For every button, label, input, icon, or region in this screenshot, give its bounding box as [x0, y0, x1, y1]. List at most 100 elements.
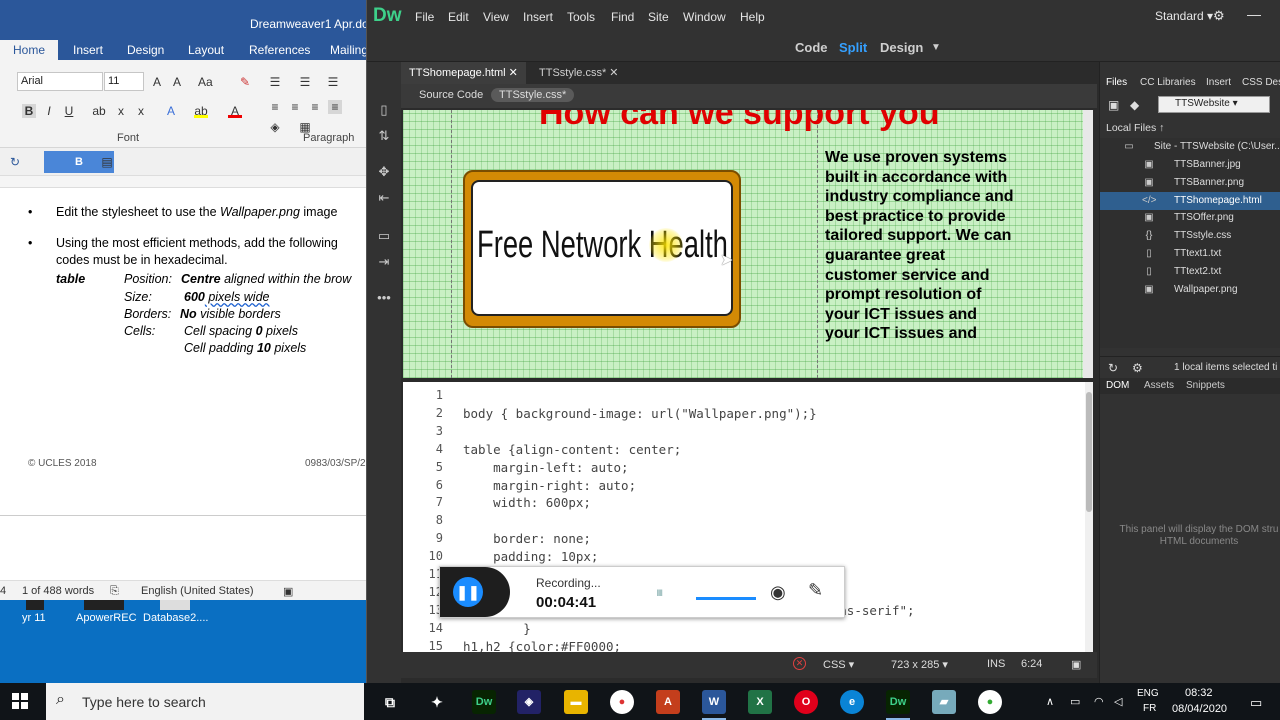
panel-tab-css-designer[interactable]: CSS Des	[1242, 77, 1280, 88]
desktop-icon-apowerrec[interactable]: ApowerREC	[76, 612, 137, 624]
align-left-icon[interactable]: ≡	[268, 100, 282, 114]
status-language[interactable]: English (United States)	[141, 585, 254, 597]
word-tab-mailings[interactable]: Mailing	[330, 43, 366, 57]
menu-file[interactable]: File	[415, 10, 434, 24]
font-color-icon[interactable]: A	[228, 104, 242, 118]
indent-icon[interactable]: ⇥	[376, 254, 392, 270]
wrap-tag-icon[interactable]: ✥	[376, 164, 392, 180]
taskbar-edge-icon[interactable]: e	[840, 690, 864, 714]
connect-icon[interactable]: ▣	[1108, 98, 1119, 112]
minimize-icon[interactable]: —	[1247, 6, 1261, 22]
file-item[interactable]: {} TTSstyle.css	[1100, 227, 1280, 245]
panel-tab-snippets[interactable]: Snippets	[1186, 380, 1225, 391]
pen-icon[interactable]: ✎	[808, 580, 823, 601]
word-tab-references[interactable]: References	[249, 43, 310, 57]
bold-icon[interactable]: B	[22, 104, 36, 118]
menu-view[interactable]: View	[483, 10, 509, 24]
tray-wifi-icon[interactable]: ◠	[1094, 695, 1104, 708]
taskbar-explorer-icon[interactable]: ▬	[564, 690, 588, 714]
code-scroll-thumb[interactable]	[1086, 392, 1092, 512]
menu-find[interactable]: Find	[611, 10, 634, 24]
file-management-icon[interactable]: ⇅	[376, 128, 392, 144]
taskbar-word-icon[interactable]: W	[702, 690, 726, 714]
text-effects-icon[interactable]: A	[164, 104, 178, 118]
design-paragraph[interactable]: We use proven systems built in accordanc…	[825, 148, 1015, 344]
file-item[interactable]: </> TTShomepage.html	[1100, 191, 1280, 210]
status-words[interactable]: 1 of 488 words	[22, 585, 94, 597]
site-root-item[interactable]: ▭ Site - TTSWebsite (C:\User...	[1100, 138, 1280, 156]
file-item[interactable]: ▣ TTSOffer.png	[1100, 209, 1280, 227]
live-preview-icon[interactable]: ▣	[1071, 658, 1081, 671]
open-document-icon[interactable]: ▯	[376, 102, 392, 118]
related-ttsstyle[interactable]: TTSstyle.css*	[491, 88, 575, 102]
banner-image[interactable]: Free Network Health Check	[463, 170, 741, 328]
error-icon[interactable]: ✕	[793, 657, 806, 670]
code-line-text[interactable]: width: 600px;	[463, 495, 591, 510]
tray-chevron-icon[interactable]: ∧	[1046, 695, 1054, 708]
refresh-icon[interactable]: ↻	[8, 155, 22, 169]
refresh-files-icon[interactable]: ↻	[1108, 361, 1118, 375]
comment-icon[interactable]: ▭	[376, 228, 392, 244]
italic-icon[interactable]: I	[42, 104, 56, 118]
highlight-icon[interactable]: ab	[194, 104, 208, 118]
code-line-text[interactable]: margin-right: auto;	[463, 478, 636, 493]
multilevel-icon[interactable]: ☰	[326, 75, 340, 89]
taskbar-chrome2-icon[interactable]: ●	[978, 690, 1002, 714]
proofing-icon[interactable]: ⎘	[110, 585, 119, 598]
related-source-code[interactable]: Source Code	[419, 89, 483, 101]
site-select[interactable]: TTSWebsite ▾	[1158, 96, 1270, 113]
taskbar-opera-icon[interactable]: O	[794, 690, 818, 714]
app-tool-icon[interactable]: ✦	[425, 690, 449, 714]
panel-tab-assets[interactable]: Assets	[1144, 380, 1174, 391]
taskbar-excel-icon[interactable]: X	[748, 690, 772, 714]
close-tab-icon[interactable]: ✕	[509, 67, 518, 79]
menu-insert[interactable]: Insert	[523, 10, 553, 24]
file-item[interactable]: ▣ TTSBanner.jpg	[1100, 156, 1280, 174]
status-window-size[interactable]: 723 x 285 ▾	[891, 658, 948, 671]
subscript-icon[interactable]: x	[114, 104, 128, 118]
panel-tab-files[interactable]: Files	[1106, 77, 1127, 88]
file-item[interactable]: ▯ TTtext1.txt	[1100, 245, 1280, 263]
superscript-icon[interactable]: x	[134, 104, 148, 118]
font-size-select[interactable]: 11	[104, 72, 144, 91]
view-code-button[interactable]: Code	[795, 40, 828, 55]
code-scrollbar[interactable]	[1085, 382, 1093, 652]
align-center-icon[interactable]: ≡	[288, 100, 302, 114]
local-files-label[interactable]: Local Files ↑	[1106, 122, 1164, 134]
webcam-icon[interactable]: ◉	[770, 582, 786, 603]
status-ins-mode[interactable]: INS	[987, 658, 1005, 670]
change-case-icon[interactable]: Aa	[198, 75, 213, 89]
git-icon[interactable]: ◆	[1130, 98, 1139, 112]
underline-icon[interactable]: U	[62, 104, 76, 118]
status-doc-type[interactable]: CSS ▾	[823, 658, 854, 671]
more-icon[interactable]: •••	[376, 290, 392, 306]
pause-button[interactable]: ❚❚	[453, 577, 483, 607]
taskbar-search[interactable]: ⌕ Type here to search	[46, 683, 364, 720]
strikethrough-icon[interactable]: ab	[92, 104, 106, 118]
tab-ttshomepage[interactable]: TTShomepage.html ✕	[401, 62, 526, 84]
tray-time[interactable]: 08:32	[1185, 687, 1213, 699]
numbering-icon[interactable]: ☰	[298, 75, 312, 89]
align-right-icon[interactable]: ≡	[308, 100, 322, 114]
panel-tab-dom[interactable]: DOM	[1106, 380, 1129, 391]
code-line-text[interactable]: padding: 10px;	[463, 549, 598, 564]
close-tab-icon[interactable]: ✕	[609, 67, 618, 79]
tray-language[interactable]: ENG	[1137, 688, 1159, 699]
view-dropdown-icon[interactable]: ▼	[931, 42, 941, 53]
word-tab-insert[interactable]: Insert	[73, 43, 103, 57]
taskbar-access-icon[interactable]: A	[656, 690, 680, 714]
justify-icon[interactable]: ≡	[328, 100, 342, 114]
word-tab-layout[interactable]: Layout	[188, 43, 224, 57]
task-view-icon[interactable]: ⧉	[378, 690, 402, 714]
code-line-text[interactable]: }	[463, 621, 531, 636]
workspace-switcher[interactable]: Standard ▾	[1155, 9, 1213, 23]
format-source-icon[interactable]: ⇤	[376, 190, 392, 206]
menu-edit[interactable]: Edit	[448, 10, 469, 24]
taskbar-dreamweaver-active-icon[interactable]: Dw	[886, 690, 910, 714]
macro-icon[interactable]: ▣	[283, 585, 293, 598]
bullets-icon[interactable]: ☰	[268, 75, 282, 89]
code-line-text[interactable]: table {align-content: center;	[463, 442, 681, 457]
notification-icon[interactable]: ▭	[1250, 695, 1262, 711]
tray-date[interactable]: 08/04/2020	[1172, 703, 1227, 715]
font-name-select[interactable]: Arial	[17, 72, 103, 91]
